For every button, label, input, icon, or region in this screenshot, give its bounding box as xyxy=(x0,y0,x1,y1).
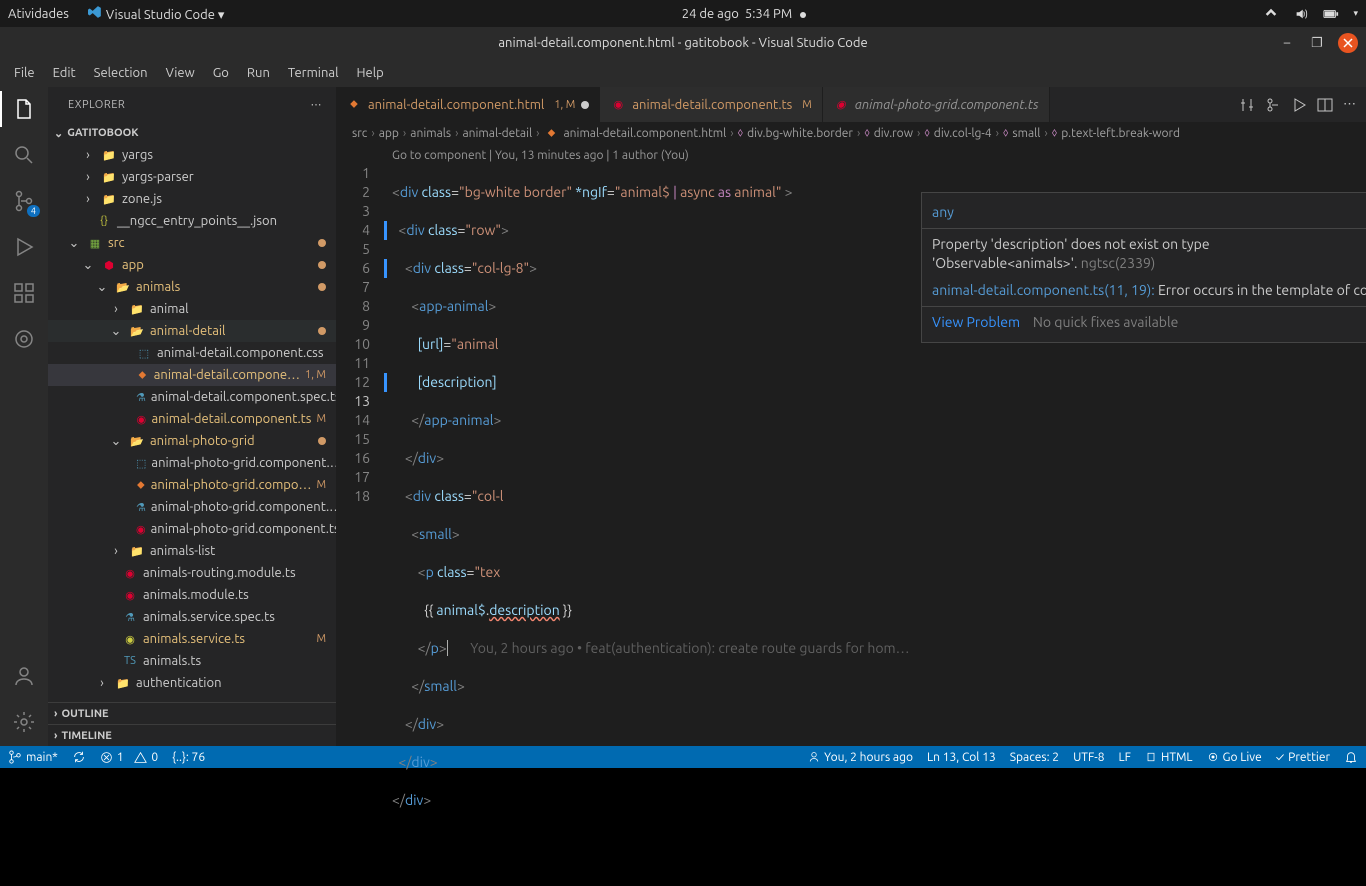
activity-bar: 4 xyxy=(0,87,48,746)
line-numbers: 123456789101112131415161718 xyxy=(336,164,382,506)
tree-file[interactable]: ◉animal-detail.component.tsM xyxy=(48,408,336,430)
split-editor-icon[interactable] xyxy=(1317,97,1333,113)
extensions-icon[interactable] xyxy=(10,279,38,307)
tree-file[interactable]: ◉animals.service.tsM xyxy=(48,628,336,650)
tab-photo-grid-ts[interactable]: ◉ animal-photo-grid.component.ts xyxy=(823,87,1050,122)
angular-file-icon: ◉ xyxy=(610,97,626,113)
volume-icon[interactable] xyxy=(1293,6,1309,22)
menu-run[interactable]: Run xyxy=(239,64,278,82)
angular-file-icon: ◉ xyxy=(833,97,849,113)
explorer-icon[interactable] xyxy=(10,95,38,123)
run-icon[interactable] xyxy=(1291,97,1307,113)
modified-dot-icon xyxy=(318,327,326,335)
clock[interactable]: 24 de ago 5:34 PM xyxy=(224,7,1263,21)
tree-file[interactable]: ◉animal-photo-grid.component.ts xyxy=(48,518,336,540)
tree-file[interactable]: ⚗animals.service.spec.ts xyxy=(48,606,336,628)
project-header[interactable]: ⌄GATITOBOOK xyxy=(48,122,336,144)
search-icon[interactable] xyxy=(10,141,38,169)
editor-tabs: ⬥ animal-detail.component.html1, M ◉ ani… xyxy=(336,87,1366,122)
activities-button[interactable]: Atividades xyxy=(8,7,69,21)
settings-gear-icon[interactable] xyxy=(10,708,38,736)
tree-folder[interactable]: ›📁animal xyxy=(48,298,336,320)
menu-bar: File Edit Selection View Go Run Terminal… xyxy=(0,59,1366,87)
tree-folder-animals[interactable]: ⌄📂animals xyxy=(48,276,336,298)
more-actions-icon[interactable]: ⋯ xyxy=(1343,97,1356,112)
dirty-dot-icon xyxy=(581,101,589,109)
explorer-title: EXPLORER xyxy=(68,99,125,111)
tree-file[interactable]: TSanimals.ts xyxy=(48,650,336,672)
tree-folder[interactable]: ›📁yargs-parser xyxy=(48,166,336,188)
code-editor[interactable]: Go to component | You, 13 minutes ago | … xyxy=(336,144,1366,746)
editor-area: ⬥ animal-detail.component.html1, M ◉ ani… xyxy=(336,87,1366,746)
menu-go[interactable]: Go xyxy=(205,64,237,82)
menu-selection[interactable]: Selection xyxy=(86,64,156,82)
app-menu[interactable]: Visual Studio Code ▾ xyxy=(87,4,224,23)
tab-animal-detail-html[interactable]: ⬥ animal-detail.component.html1, M xyxy=(336,87,600,122)
compare-changes-icon[interactable] xyxy=(1239,97,1255,113)
no-quick-fix-label: No quick fixes available xyxy=(1033,314,1179,330)
os-topbar: Atividades Visual Studio Code ▾ 24 de ag… xyxy=(0,0,1366,27)
tree-file[interactable]: ⚗animal-detail.component.spec.ts xyxy=(48,386,336,408)
vscode-icon xyxy=(87,4,103,20)
system-menu-chevron[interactable]: ▾ xyxy=(1353,8,1358,19)
close-button[interactable] xyxy=(1338,33,1358,53)
tree-folder[interactable]: ›📁zone.js xyxy=(48,188,336,210)
open-changes-icon[interactable] xyxy=(1265,97,1281,113)
battery-icon[interactable] xyxy=(1323,6,1339,22)
error-hover-tooltip: any Property 'description' does not exis… xyxy=(921,192,1366,343)
menu-edit[interactable]: Edit xyxy=(45,64,84,82)
explorer-more-icon[interactable]: ⋯ xyxy=(311,98,323,111)
menu-terminal[interactable]: Terminal xyxy=(280,64,347,82)
tree-file[interactable]: {}__ngcc_entry_points__.json xyxy=(48,210,336,232)
accounts-icon[interactable] xyxy=(10,662,38,690)
gutter-changes xyxy=(384,164,387,506)
modified-dot-icon xyxy=(318,283,326,291)
tree-file[interactable]: ⚗animal-photo-grid.component.… xyxy=(48,496,336,518)
maximize-button[interactable]: ❐ xyxy=(1308,34,1326,52)
tree-folder-src[interactable]: ⌄▦src xyxy=(48,232,336,254)
network-icon[interactable] xyxy=(1263,6,1279,22)
tree-folder[interactable]: ›📁authentication xyxy=(48,672,336,694)
tree-file[interactable]: ⬥animal-photo-grid.compo…M xyxy=(48,474,336,496)
bracket-info[interactable]: {..}: 76 xyxy=(172,751,205,764)
tree-file[interactable]: ⬚animal-detail.component.css xyxy=(48,342,336,364)
tree-folder[interactable]: ›📁animals-list xyxy=(48,540,336,562)
window-title: animal-detail.component.html - gatitoboo… xyxy=(498,36,867,50)
breadcrumb[interactable]: src› app› animals› animal-detail› ⬥anima… xyxy=(336,122,1366,144)
source-control-icon[interactable]: 4 xyxy=(10,187,38,215)
tree-folder-animal-detail[interactable]: ⌄📂animal-detail xyxy=(48,320,336,342)
tree-file[interactable]: ◉animals.module.ts xyxy=(48,584,336,606)
html-file-icon: ⬥ xyxy=(346,97,362,113)
tree-file[interactable]: ◉animals-routing.module.ts xyxy=(48,562,336,584)
timeline-section[interactable]: ›TIMELINE xyxy=(48,724,336,746)
explorer-sidebar: EXPLORER ⋯ ⌄GATITOBOOK ›📁yargs ›📁yargs-p… xyxy=(48,87,336,746)
minimize-button[interactable]: – xyxy=(1278,34,1296,52)
tree-folder[interactable]: ⌄📂animal-photo-grid xyxy=(48,430,336,452)
menu-view[interactable]: View xyxy=(158,64,203,82)
tree-folder-app[interactable]: ⌄⬢app xyxy=(48,254,336,276)
gitlens-icon[interactable] xyxy=(10,325,38,353)
tree-file-active[interactable]: ⬥animal-detail.compone…1, M xyxy=(48,364,336,386)
code-lens[interactable]: Go to component | You, 13 minutes ago | … xyxy=(392,146,689,165)
file-tree: ›📁yargs ›📁yargs-parser ›📁zone.js {}__ngc… xyxy=(48,144,336,702)
sync-button[interactable] xyxy=(72,750,86,764)
modified-dot-icon xyxy=(318,437,326,445)
modified-dot-icon xyxy=(318,261,326,269)
outline-section[interactable]: ›OUTLINE xyxy=(48,702,336,724)
menu-help[interactable]: Help xyxy=(348,64,391,82)
modified-dot-icon xyxy=(318,239,326,247)
run-debug-icon[interactable] xyxy=(10,233,38,261)
view-problem-link[interactable]: View Problem xyxy=(932,314,1020,330)
git-branch[interactable]: main* xyxy=(8,750,58,764)
tree-folder[interactable]: ›📁yargs xyxy=(48,144,336,166)
tab-animal-detail-ts[interactable]: ◉ animal-detail.component.tsM xyxy=(600,87,823,122)
problems-button[interactable]: 1 0 xyxy=(100,751,158,764)
menu-file[interactable]: File xyxy=(6,64,43,82)
window-titlebar: animal-detail.component.html - gatitoboo… xyxy=(0,27,1366,59)
tree-file[interactable]: ⬚animal-photo-grid.component.… xyxy=(48,452,336,474)
